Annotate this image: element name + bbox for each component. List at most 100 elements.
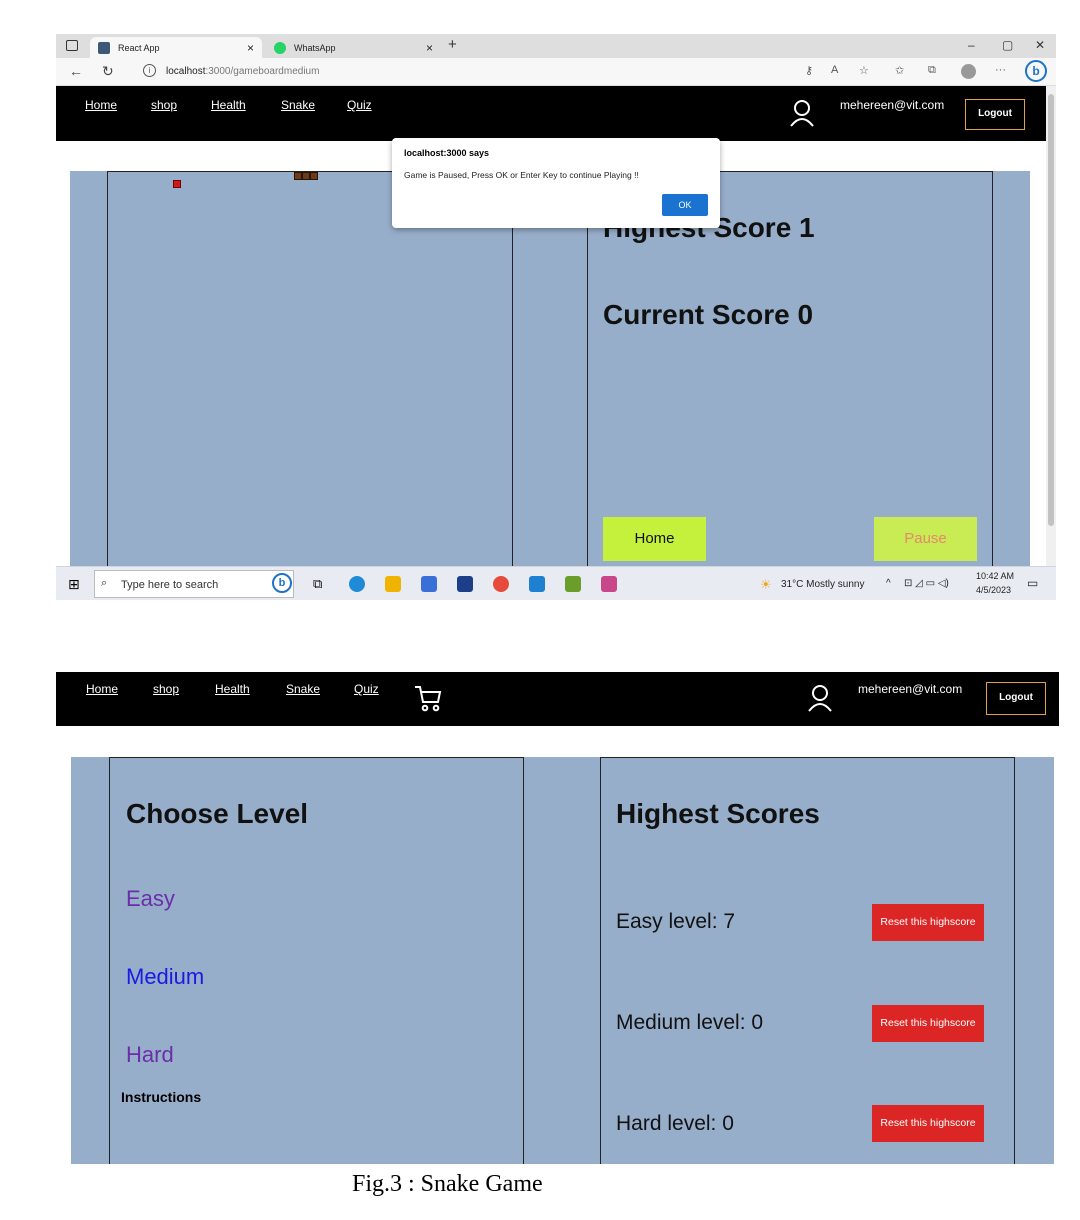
home-button[interactable]: Home (603, 517, 706, 561)
read-aloud-icon[interactable]: A (831, 64, 838, 76)
snake-segment (294, 172, 302, 180)
logout-button[interactable]: Logout (965, 99, 1025, 130)
browser-tab-react-app[interactable]: React App × (90, 37, 262, 58)
highest-scores-heading: Highest Scores (616, 798, 820, 829)
reset-medium-highscore-button[interactable]: Reset this highscore (872, 1005, 984, 1042)
edge-icon[interactable] (349, 576, 365, 592)
figure-caption: Fig.3 : Snake Game (352, 1171, 543, 1197)
nav-link-shop[interactable]: shop (151, 98, 177, 112)
windows-taskbar: ⊞ ⌕ Type here to search b ⧉ ☀ 31°C Mostl… (56, 566, 1056, 600)
game-board: Highest Score 1 Current Score 0 Home Pau… (70, 171, 1030, 566)
vertical-scrollbar[interactable] (1046, 86, 1056, 566)
notifications-icon[interactable]: ▭ (1027, 576, 1038, 590)
taskbar-time[interactable]: 10:42 AM (976, 571, 1014, 581)
user-icon[interactable] (807, 684, 833, 712)
collections-icon[interactable]: ⧉ (928, 64, 936, 77)
react-favicon-icon (98, 41, 110, 54)
browser-tab-whatsapp[interactable]: WhatsApp × (266, 37, 441, 58)
search-placeholder: Type here to search (121, 579, 219, 591)
back-arrow-icon[interactable]: ← (69, 63, 83, 79)
pause-alert-dialog: localhost:3000 says Game is Paused, Pres… (392, 138, 720, 228)
taskbar-date[interactable]: 4/5/2023 (976, 585, 1011, 595)
chrome-icon[interactable] (493, 576, 509, 592)
tab-actions-icon[interactable] (66, 40, 78, 51)
paint-icon[interactable] (601, 576, 617, 592)
bing-taskbar-icon[interactable]: b (272, 573, 292, 593)
user-icon[interactable] (789, 99, 815, 127)
logout-button[interactable]: Logout (986, 682, 1046, 715)
highest-scores-panel: Highest Scores Easy level: 7 Reset this … (600, 757, 1015, 1164)
dialog-ok-button[interactable]: OK (662, 194, 708, 216)
close-window-icon[interactable]: ✕ (1035, 38, 1045, 52)
tray-icons[interactable]: ⊡ ◿ ▭ ◁) (904, 578, 949, 589)
food-cell (173, 180, 181, 188)
dialog-title: localhost:3000 says (404, 148, 490, 158)
weather-icon[interactable]: ☀ (760, 577, 772, 593)
close-tab-icon[interactable]: × (426, 41, 433, 55)
info-icon[interactable]: i (143, 64, 156, 77)
medium-highscore: Medium level: 0 (616, 1011, 764, 1034)
screenshot-game-paused: React App × WhatsApp × + – ▢ ✕ ← ↻ i loc… (56, 34, 1056, 600)
tray-chevron-icon[interactable]: ^ (886, 578, 891, 589)
bing-icon[interactable]: b (1025, 60, 1047, 82)
level-link-medium[interactable]: Medium (126, 964, 204, 990)
more-options-icon[interactable]: ··· (995, 64, 1006, 76)
nav-link-snake[interactable]: Snake (286, 682, 320, 696)
whatsapp-favicon-icon (274, 41, 286, 54)
add-favorite-icon[interactable]: ☆ (859, 64, 869, 77)
nav-link-home[interactable]: Home (85, 98, 117, 112)
easy-highscore: Easy level: 7 (616, 910, 736, 933)
address-bar: ← ↻ i localhost:3000/gameboardmedium ⚷ A… (56, 58, 1056, 86)
level-link-hard[interactable]: Hard (126, 1042, 174, 1068)
choose-level-heading: Choose Level (126, 798, 309, 829)
nav-link-health[interactable]: Health (215, 682, 250, 696)
password-key-icon[interactable]: ⚷ (805, 64, 813, 77)
tab-title: React App (118, 42, 160, 53)
new-tab-icon[interactable]: + (448, 36, 457, 53)
nav-link-health[interactable]: Health (211, 98, 246, 112)
navbar: Home shop Health Snake Quiz mehereen@vit… (56, 86, 1046, 141)
windows-start-icon[interactable]: ⊞ (68, 576, 80, 593)
restore-icon[interactable]: ▢ (1002, 38, 1013, 52)
user-email: mehereen@vit.com (840, 98, 945, 112)
vscode-icon[interactable] (529, 576, 545, 592)
nav-link-shop[interactable]: shop (153, 682, 179, 696)
pause-button[interactable]: Pause (874, 517, 977, 561)
browser-tab-bar: React App × WhatsApp × + – ▢ ✕ (56, 34, 1056, 58)
current-score-label: Current Score 0 (603, 299, 814, 330)
reset-hard-highscore-button[interactable]: Reset this highscore (872, 1105, 984, 1142)
nav-link-quiz[interactable]: Quiz (347, 98, 372, 112)
profile-icon[interactable] (961, 64, 976, 79)
tab-title: WhatsApp (294, 42, 336, 53)
scrollbar-thumb[interactable] (1048, 94, 1054, 526)
reset-easy-highscore-button[interactable]: Reset this highscore (872, 904, 984, 941)
dialog-message: Game is Paused, Press OK or Enter Key to… (404, 170, 639, 180)
refresh-icon[interactable]: ↻ (102, 63, 114, 80)
url-field[interactable]: localhost:3000/gameboardmedium (166, 66, 319, 77)
snake-canvas[interactable] (107, 171, 513, 566)
favorites-icon[interactable]: ✩ (895, 64, 904, 77)
cart-icon[interactable] (413, 683, 443, 718)
navbar: Home shop Health Snake Quiz mehereen@vit… (56, 672, 1059, 726)
weather-text[interactable]: 31°C Mostly sunny (781, 579, 864, 590)
taskbar-search-box[interactable]: ⌕ Type here to search (94, 570, 294, 598)
screenshot-choose-level: Home shop Health Snake Quiz mehereen@vit… (56, 672, 1059, 1164)
bluestacks-icon[interactable] (565, 576, 581, 592)
nav-link-home[interactable]: Home (86, 682, 118, 696)
user-email: mehereen@vit.com (858, 682, 963, 696)
nav-link-snake[interactable]: Snake (281, 98, 315, 112)
file-explorer-icon[interactable] (385, 576, 401, 592)
mail-icon[interactable] (457, 576, 473, 592)
level-page-background: Choose Level Easy Medium Hard Instructio… (71, 757, 1054, 1164)
page-viewport: Home shop Health Snake Quiz mehereen@vit… (56, 86, 1046, 566)
close-tab-icon[interactable]: × (247, 41, 254, 55)
choose-level-panel: Choose Level Easy Medium Hard Instructio… (109, 757, 524, 1164)
hard-highscore: Hard level: 0 (616, 1112, 734, 1135)
snake-segment (310, 172, 318, 180)
store-icon[interactable] (421, 576, 437, 592)
task-view-icon[interactable]: ⧉ (313, 576, 322, 592)
level-link-easy[interactable]: Easy (126, 886, 175, 912)
nav-link-quiz[interactable]: Quiz (354, 682, 379, 696)
instructions-link[interactable]: Instructions (121, 1089, 201, 1105)
minimize-icon[interactable]: – (968, 38, 975, 52)
